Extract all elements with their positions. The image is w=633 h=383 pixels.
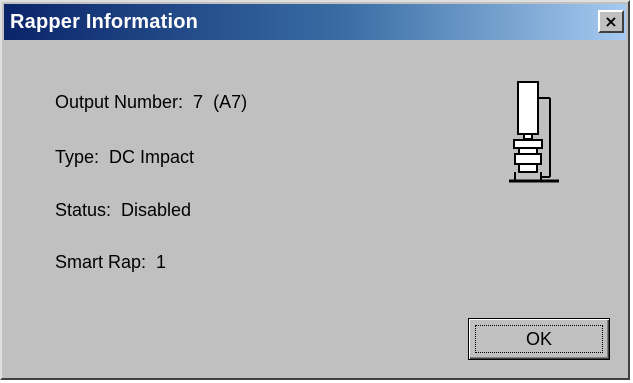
close-icon: ×	[604, 11, 618, 31]
window-title: Rapper Information	[10, 10, 199, 33]
status-label: Status: Disabled	[55, 200, 192, 220]
close-button[interactable]: ×	[598, 10, 624, 33]
ok-button[interactable]: OK	[468, 318, 610, 360]
ok-focus-rect: OK	[475, 325, 603, 353]
type-label: Type: DC Impact	[55, 147, 195, 167]
rapper-device-icon	[507, 80, 577, 195]
title-bar[interactable]: Rapper Information ×	[4, 4, 626, 40]
ok-button-label: OK	[525, 328, 552, 349]
rapper-information-dialog: Rapper Information × Output Number: 7 (A…	[0, 0, 630, 380]
output-number-label: Output Number: 7 (A7)	[55, 92, 248, 112]
smart-rap-label: Smart Rap: 1	[55, 252, 167, 272]
